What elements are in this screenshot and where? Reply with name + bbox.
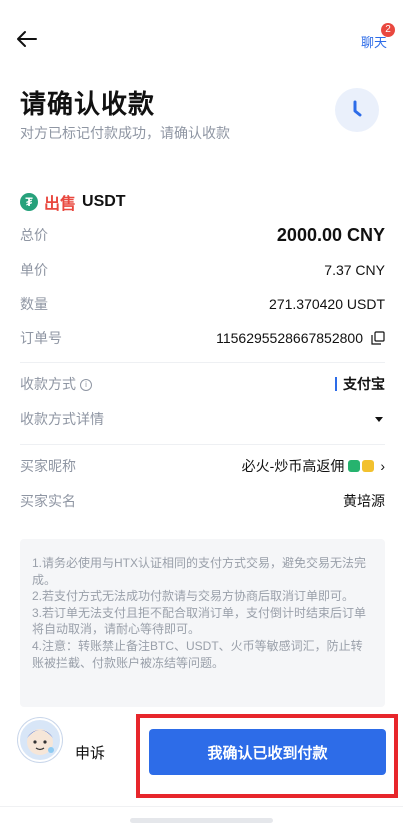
payment-method-name: 支付宝 [343,376,385,392]
order-number-label: 订单号 [20,330,62,346]
quantity-label: 数量 [20,296,48,312]
notice-item-1: 1.请务必使用与HTX认证相同的支付方式交易，避免交易无法完成。 [32,556,367,587]
buyer-realname-label: 买家实名 [20,493,76,509]
chevron-right-icon[interactable]: › [380,458,385,474]
buyer-realname-value: 黄培源 [343,493,385,509]
notice-box: 1.请务必使用与HTX认证相同的支付方式交易，避免交易无法完成。 2.若支付方式… [20,539,385,707]
info-icon[interactable]: i [80,379,92,392]
total-row: 总价 2000.00 CNY [20,223,385,247]
buyer-realname-row: 买家实名 黄培源 [20,489,385,513]
buyer-nickname-value: 必火-炒币高返佣 › [242,456,385,476]
confirm-received-label: 我确认已收到付款 [207,744,328,762]
unit-price-label: 单价 [20,262,48,278]
notice-item-4: 4.注意：转账禁止备注BTC、USDT、火币等敏感词汇，防止转账被拦截、付款账户… [32,638,363,670]
divider [20,362,385,363]
notice-item-2: 2.若支付方式无法成功付款请与交易方协商后取消订单即可。 [32,589,355,604]
page-subtitle: 对方已标记付款成功，请确认收款 [20,125,230,141]
order-number-row: 订单号 1156295528667852800 [20,326,385,350]
payment-method-label-wrap: 收款方式 i [20,374,92,394]
alipay-marker [335,377,337,391]
divider [20,444,385,445]
top-bar: 聊天 2 [0,0,403,80]
verified-badge-icon [348,460,361,472]
total-label: 总价 [20,227,48,243]
buyer-nickname-row[interactable]: 买家昵称 必火-炒币高返佣 › [20,454,385,478]
payment-method-label: 收款方式 [20,376,76,392]
payment-method-value: 支付宝 [335,374,385,394]
payment-details-label: 收款方式详情 [20,411,104,427]
payment-method-row: 收款方式 i 支付宝 [20,372,385,396]
bottom-divider [0,806,403,807]
chat-label: 聊天 [360,35,387,50]
trade-side-label: 出售 [44,196,77,213]
copy-icon[interactable] [371,331,385,345]
tether-icon: ₮ [20,193,38,211]
total-value: 2000.00 CNY [276,224,385,245]
buyer-nickname-label: 买家昵称 [20,458,76,474]
quantity-value: 271.370420 USDT [269,296,385,312]
trade-side-row: ₮ 出售 USDT [20,190,126,214]
support-avatar[interactable] [18,718,62,762]
order-number-value: 1156295528667852800 [216,330,385,346]
unit-price-value: 7.37 CNY [324,262,385,278]
payment-details-row[interactable]: 收款方式详情 [20,407,385,431]
back-arrow-icon[interactable] [14,28,40,50]
order-number-text: 1156295528667852800 [216,330,363,346]
chat-unread-badge: 2 [381,23,395,37]
home-indicator[interactable] [130,818,273,823]
notice-item-3: 3.若订单无法支付且拒不配合取消订单，支付倒计时结束后订单将自动取消，请耐心等待… [32,605,367,637]
dropdown-triangle-icon[interactable] [375,416,383,422]
chat-button[interactable]: 聊天 2 [360,23,395,51]
quantity-row: 数量 271.370420 USDT [20,292,385,316]
clock-icon [335,88,379,132]
confirm-received-button[interactable]: 我确认已收到付款 [149,729,386,775]
appeal-label: 申诉 [74,744,105,762]
coin-label: USDT [82,193,126,210]
unit-price-row: 单价 7.37 CNY [20,258,385,282]
buyer-nickname-text: 必火-炒币高返佣 [241,458,345,474]
merchant-badge-icon [362,460,375,472]
page-title: 请确认收款 [20,89,156,119]
